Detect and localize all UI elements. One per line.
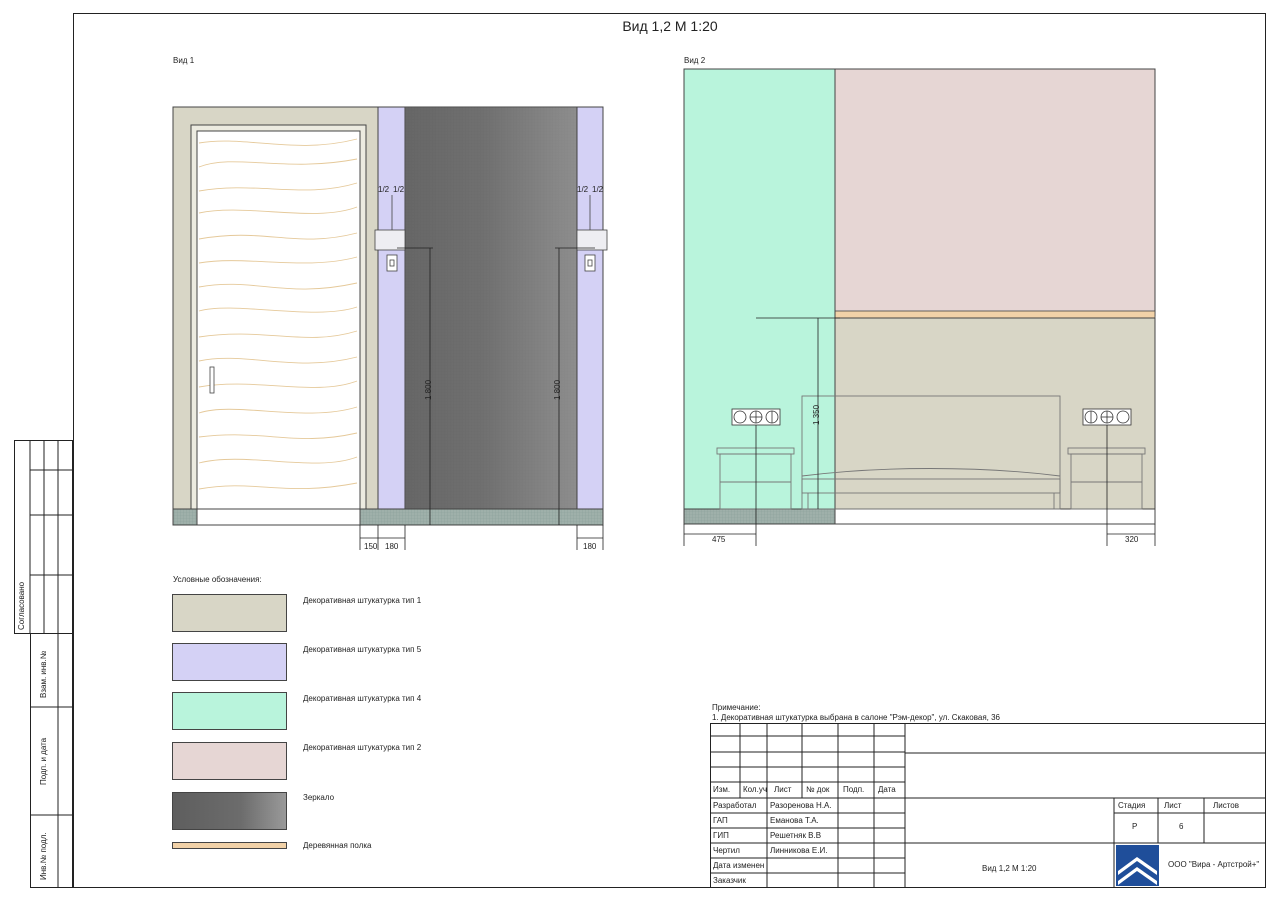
tb-name-gip: Решетняк В.В (770, 831, 822, 840)
socket-block-left (731, 408, 781, 426)
dim-height-left: 1 800 (424, 379, 433, 400)
legend-swatch-mirror (172, 792, 287, 830)
tb-name-developer: Разоренова Н.А. (770, 801, 832, 810)
tb-sheet-label: Лист (1164, 801, 1182, 810)
legend-title: Условные обозначения: (173, 575, 262, 584)
wall-plaster-type2 (834, 68, 1156, 317)
dim-left-gap: 150 (364, 542, 378, 551)
dim-right-panel: 180 (583, 542, 597, 551)
view2-dim-height: 1 350 (812, 404, 821, 425)
legend-swatch-plaster-4 (172, 692, 287, 730)
sheet-title: Вид 1,2 М 1:20 (622, 18, 718, 34)
legend-swatch-plaster-5 (172, 643, 287, 681)
socket-block-right (1082, 408, 1132, 426)
tb-name-drafter: Линникова Е.И. (770, 846, 828, 855)
legend-label-wooden-shelf: Деревянная полка (303, 841, 372, 850)
tb-stage-value: Р (1132, 822, 1138, 831)
view2-elevation (683, 68, 1156, 546)
company-logo (1116, 845, 1159, 886)
tb-company-name: ООО "Вира - Артстрой+" (1168, 860, 1260, 869)
dim-height-right: 1 800 (553, 379, 562, 400)
tb-stage-label: Стадия (1118, 801, 1146, 810)
tb-drawing-name: Вид 1,2 М 1:20 (982, 864, 1037, 873)
left-margin-stamp: Согласовано Взам. инв.№ Подп. и дата Инв… (14, 440, 73, 888)
tb-role-gip: ГИП (713, 831, 729, 840)
tb-col-date: Дата (878, 785, 896, 794)
legend-swatch-plaster-2 (172, 742, 287, 780)
tb-col-sheet: Лист (774, 785, 792, 794)
legend-swatch-plaster-1 (172, 594, 287, 632)
tb-col-sign: Подп. (843, 785, 865, 794)
legend-label-plaster-1: Декоративная штукатурка тип 1 (303, 596, 422, 605)
signature-date-label: Подп. и дата (39, 737, 48, 785)
legend-swatch-wooden-shelf (172, 842, 287, 849)
agreed-label: Согласовано (17, 581, 26, 630)
view2-dim-right: 320 (1125, 535, 1139, 544)
tb-col-change: Изм. (713, 785, 731, 794)
dim-left-panel: 180 (385, 542, 399, 551)
switch-label-4: 1/2 (592, 185, 604, 194)
title-block: Изм. Кол.уч Лист № док Подп. Дата Разраб… (710, 723, 1266, 888)
view1-label: Вид 1 (173, 56, 195, 65)
door-handle (209, 366, 215, 394)
legend-label-plaster-5: Декоративная штукатурка тип 5 (303, 645, 422, 654)
original-inventory-label: Инв.№ подл. (39, 832, 48, 880)
floor-strip-view2 (683, 508, 836, 525)
switch-label-3: 1/2 (577, 185, 589, 194)
legend-label-plaster-4: Декоративная штукатурка тип 4 (303, 694, 422, 703)
wall-plaster-type5-left (377, 106, 406, 526)
tb-role-drafter: Чертил (713, 846, 740, 855)
replacement-inventory-label: Взам. инв.№ (39, 650, 48, 698)
legend-label-mirror: Зеркало (303, 793, 335, 802)
switch-label-2: 1/2 (393, 185, 405, 194)
tb-sheets-label: Листов (1213, 801, 1239, 810)
wooden-shelf (834, 310, 1156, 319)
note-heading: Примечание: (712, 703, 761, 712)
tb-role-developer: Разработал (713, 801, 757, 810)
wall-plaster-type5-right (576, 106, 604, 526)
view2-dim-left: 475 (712, 535, 726, 544)
tb-role-customer: Заказчик (713, 876, 746, 885)
tb-sheet-value: 6 (1179, 822, 1184, 831)
view1-elevation (172, 106, 608, 550)
tb-col-doc: № док (806, 785, 830, 794)
door-leaf (196, 130, 361, 524)
tb-col-qty: Кол.уч (743, 785, 767, 794)
tb-name-gap: Еманова Т.А. (770, 816, 819, 825)
tb-role-gap: ГАП (713, 816, 728, 825)
note-text: 1. Декоративная штукатурка выбрана в сал… (712, 713, 1000, 722)
wall-plaster-type4 (683, 68, 836, 525)
tb-role-change-date: Дата изменен (713, 861, 765, 870)
switch-label-1: 1/2 (378, 185, 390, 194)
legend-label-plaster-2: Декоративная штукатурка тип 2 (303, 743, 422, 752)
